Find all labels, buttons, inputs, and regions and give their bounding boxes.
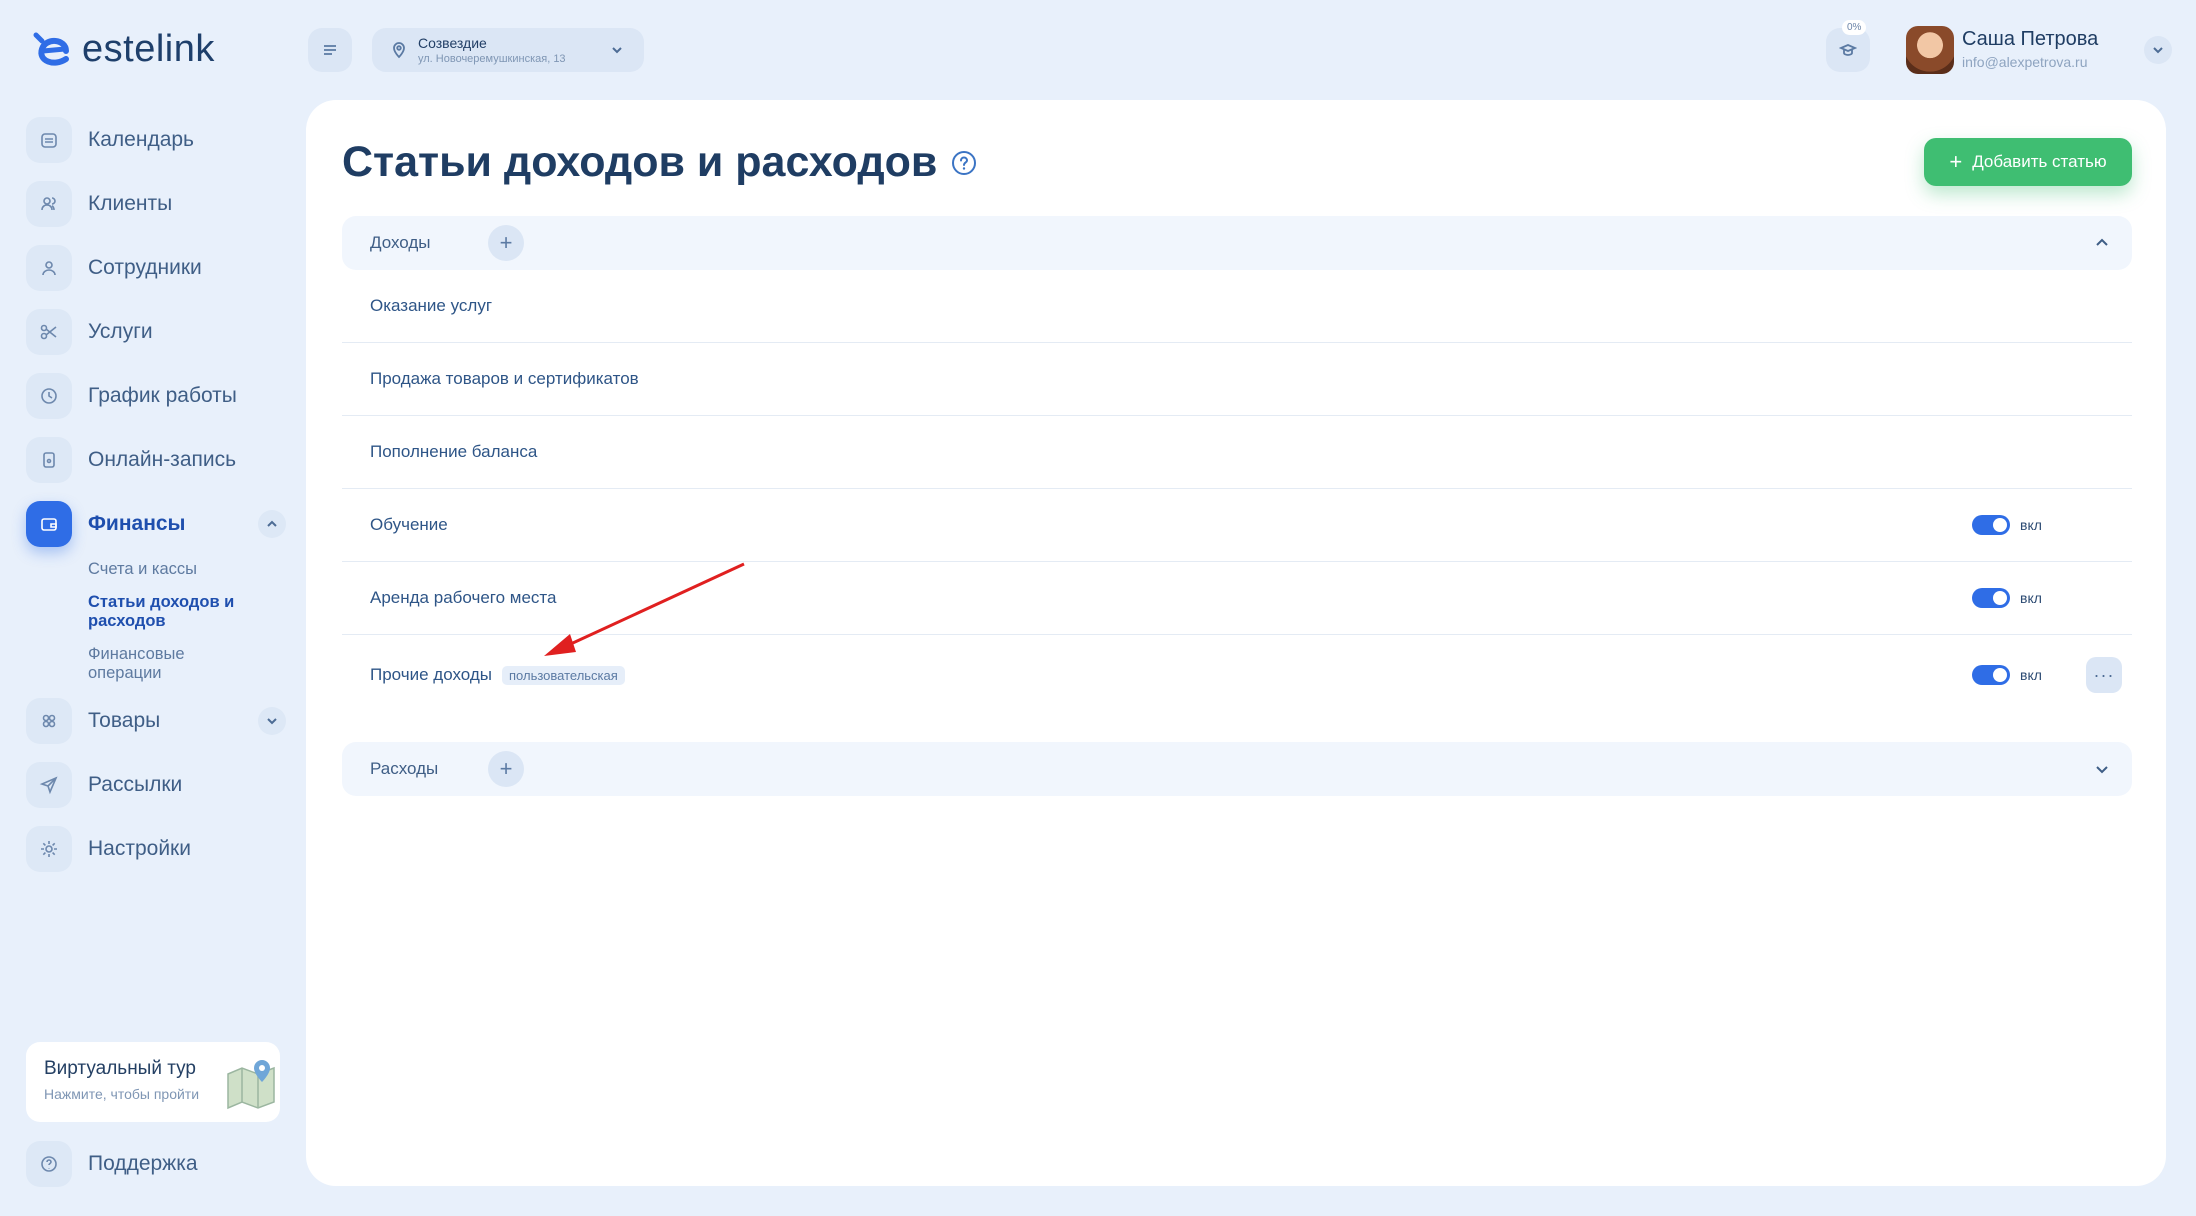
gear-icon	[26, 826, 72, 872]
graduation-icon	[1839, 44, 1857, 56]
nav-item-products[interactable]: Товары	[26, 697, 286, 745]
logo-text: estelink	[82, 28, 215, 70]
nav-label: Онлайн-запись	[88, 448, 237, 471]
enable-toggle[interactable]	[1972, 515, 2010, 535]
map-icon	[227, 1060, 275, 1110]
clock-icon	[26, 373, 72, 419]
subnav-income-expense-items[interactable]: Статьи доходов и расходов	[88, 593, 258, 631]
user-menu-toggle[interactable]	[2144, 36, 2172, 64]
menu-icon	[324, 45, 336, 55]
nav-item-mailings[interactable]: Рассылки	[26, 761, 286, 809]
nav-label: Товары	[88, 709, 161, 732]
chevron-down-icon	[2153, 47, 2163, 54]
page-title-text: Статьи доходов и расходов	[342, 138, 938, 186]
help-icon[interactable]	[951, 150, 977, 176]
avatar[interactable]	[1906, 26, 1954, 74]
subnav-accounts[interactable]: Счета и кассы	[88, 560, 258, 579]
location-address: ул. Новочеремушкинская, 13	[418, 53, 566, 65]
enable-toggle[interactable]	[1972, 588, 2010, 608]
nav-label: Календарь	[88, 128, 194, 151]
list-item: Продажа товаров и сертификатов	[342, 343, 2132, 416]
item-label: Продажа товаров и сертификатов	[370, 369, 639, 388]
clients-icon	[26, 181, 72, 227]
nav-item-employees[interactable]: Сотрудники	[26, 244, 286, 292]
finance-subnav: Счета и кассы Статьи доходов и расходов …	[88, 560, 286, 683]
location-text: Созвездие ул. Новочеремушкинская, 13	[418, 35, 566, 65]
scissors-icon	[26, 309, 72, 355]
add-expense-item-button[interactable]: +	[488, 751, 524, 787]
more-options-button[interactable]: ···	[2086, 657, 2122, 693]
custom-tag: пользовательская	[502, 665, 625, 685]
item-label: Аренда рабочего места	[370, 588, 557, 607]
products-icon	[26, 698, 72, 744]
nav-item-support[interactable]: Поддержка	[26, 1140, 198, 1188]
add-item-button[interactable]: + Добавить статью	[1924, 138, 2132, 186]
add-item-label: Добавить статью	[1972, 152, 2107, 171]
nav-item-clients[interactable]: Клиенты	[26, 180, 286, 228]
phone-icon	[26, 437, 72, 483]
nav-item-finance[interactable]: Финансы	[26, 500, 286, 548]
income-section-header[interactable]: Доходы +	[342, 216, 2132, 270]
nav-label: Рассылки	[88, 773, 183, 796]
subnav-financial-operations[interactable]: Финансовые операции	[88, 645, 258, 683]
enable-toggle[interactable]	[1972, 665, 2010, 685]
list-item: Оказание услуг	[342, 270, 2132, 343]
location-pin-icon	[393, 42, 405, 59]
nav-label: Клиенты	[88, 192, 173, 215]
logo[interactable]: estelink	[28, 28, 215, 71]
send-icon	[26, 762, 72, 808]
nav-label: Услуги	[88, 320, 153, 343]
item-label: Прочие доходы	[370, 665, 492, 684]
progress-badge: 0%	[1842, 20, 1867, 35]
location-name: Созвездие	[418, 35, 487, 51]
chevron-down-icon[interactable]	[258, 707, 286, 735]
expenses-section-header[interactable]: Расходы +	[342, 742, 2132, 796]
expenses-section-title: Расходы	[370, 759, 439, 778]
wallet-icon	[26, 501, 72, 547]
toggle-label: вкл	[2020, 517, 2042, 533]
nav-item-online-booking[interactable]: Онлайн-запись	[26, 436, 286, 484]
chevron-up-icon[interactable]	[258, 510, 286, 538]
chevron-down-icon[interactable]	[2094, 761, 2110, 777]
plus-icon: +	[1949, 149, 1963, 174]
annotation-arrow-icon	[544, 562, 745, 656]
nav-label: График работы	[88, 384, 237, 407]
nav-label: Сотрудники	[88, 256, 202, 279]
nav-label: Поддержка	[88, 1152, 198, 1175]
nav-item-settings[interactable]: Настройки	[26, 825, 286, 873]
chevron-down-icon	[612, 47, 622, 54]
nav-item-services[interactable]: Услуги	[26, 308, 286, 356]
page-title: Статьи доходов и расходов	[342, 138, 977, 187]
user-name: Саша Петрова	[1962, 28, 2099, 50]
calendar-icon	[26, 117, 72, 163]
location-selector[interactable]: Созвездие ул. Новочеремушкинская, 13	[372, 28, 644, 72]
menu-toggle-button[interactable]	[308, 28, 352, 72]
virtual-tour-card[interactable]: Виртуальный тур Нажмите, чтобы пройти	[26, 1042, 280, 1122]
nav-label: Финансы	[88, 512, 186, 535]
item-label: Обучение	[370, 515, 448, 534]
app-root: estelink Календарь Клиенты Сотрудники Ус…	[0, 0, 2196, 1216]
logo-icon	[33, 32, 69, 66]
nav-item-schedule[interactable]: График работы	[26, 372, 286, 420]
chevron-up-icon[interactable]	[2094, 235, 2110, 251]
item-label: Оказание услуг	[370, 296, 493, 315]
income-section-title: Доходы	[370, 233, 431, 252]
add-income-item-button[interactable]: +	[488, 225, 524, 261]
user-email: info@alexpetrova.ru	[1962, 54, 2088, 70]
toggle-label: вкл	[2020, 590, 2042, 606]
sidebar: estelink Календарь Клиенты Сотрудники Ус…	[0, 0, 300, 1216]
list-item: Обучение вкл	[342, 489, 2132, 562]
list-item: Пополнение баланса	[342, 416, 2132, 489]
main-nav: Календарь Клиенты Сотрудники Услуги Граф…	[26, 116, 286, 889]
item-label: Пополнение баланса	[370, 442, 538, 461]
employee-icon	[26, 245, 72, 291]
nav-item-calendar[interactable]: Календарь	[26, 116, 286, 164]
nav-label: Настройки	[88, 837, 191, 860]
toggle-label: вкл	[2020, 667, 2042, 683]
help-icon	[26, 1141, 72, 1187]
